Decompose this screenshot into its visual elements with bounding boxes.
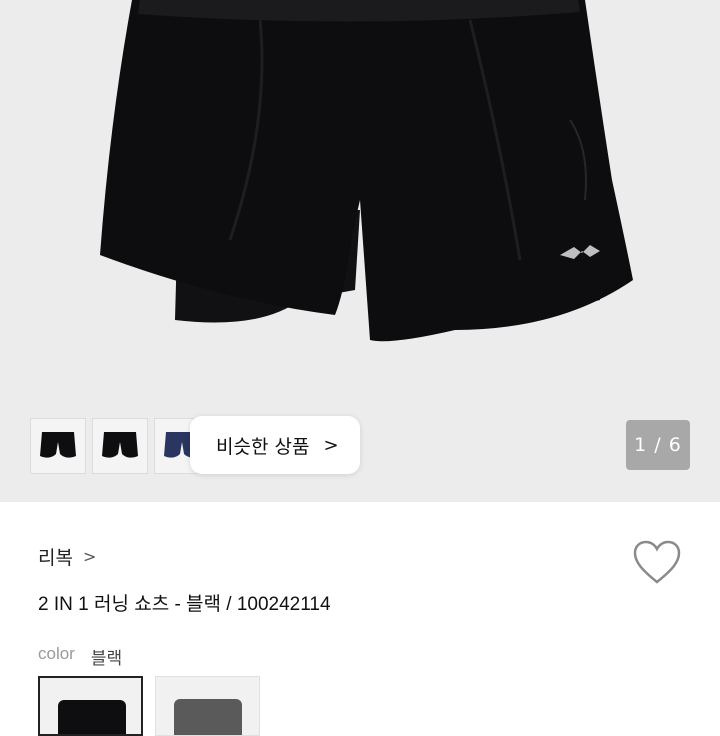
similar-products-button[interactable]: 비슷한 상품 > [190, 416, 360, 474]
chevron-right-icon: > [323, 434, 339, 456]
color-value: 블랙 [90, 649, 123, 669]
color-label: color [38, 644, 75, 663]
color-swatch-black[interactable] [38, 676, 143, 736]
color-row: color 블랙 [38, 644, 122, 669]
chevron-right-icon: > [82, 547, 97, 566]
similar-products-label: 비슷한 상품 [216, 435, 310, 458]
thumbnail-strip [30, 418, 210, 474]
thumbnail-black-shorts-back[interactable] [92, 418, 148, 474]
brand-link[interactable]: 리복 > [38, 543, 96, 570]
thumbnail-black-shorts-front[interactable] [30, 418, 86, 474]
product-title: 2 IN 1 러닝 쇼츠 - 블랙 / 100242114 [38, 594, 331, 615]
heart-icon[interactable] [632, 540, 682, 586]
product-image-gallery[interactable]: 비슷한 상품 > 1 / 6 [0, 0, 720, 502]
color-swatch-grey[interactable] [155, 676, 260, 736]
product-image-shorts [100, 0, 633, 342]
image-counter: 1 / 6 [626, 420, 690, 470]
color-swatches [38, 676, 260, 736]
brand-name: 리복 [38, 547, 73, 569]
